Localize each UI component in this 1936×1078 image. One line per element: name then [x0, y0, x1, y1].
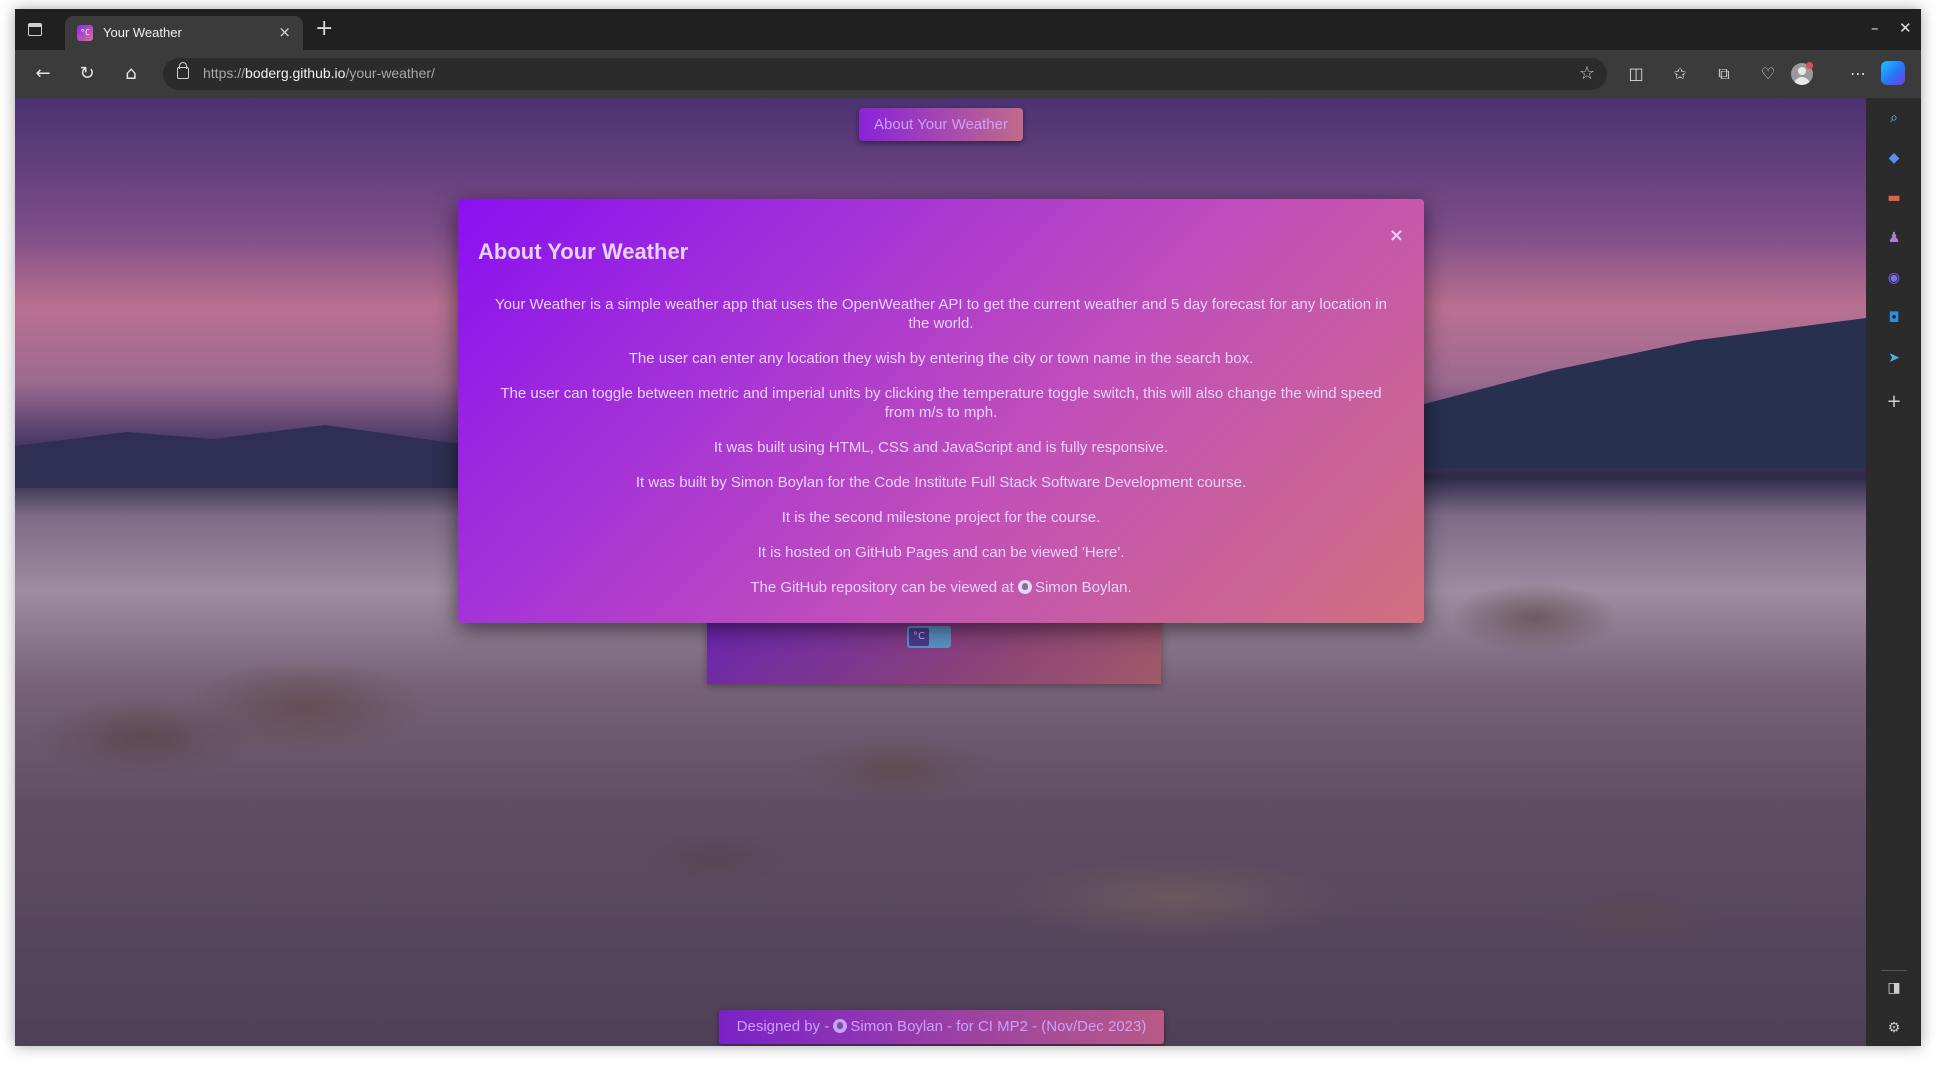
footer-author-link[interactable]: Simon Boylan: [850, 1018, 943, 1035]
microsoft-365-icon[interactable]: ◉: [1884, 268, 1904, 288]
tab-strip: °C Your Weather × + – ✕: [15, 9, 1921, 50]
search-icon[interactable]: ⌕: [1884, 108, 1904, 128]
new-tab-button[interactable]: +: [315, 18, 333, 40]
lock-icon[interactable]: [177, 62, 189, 79]
modal-paragraph: The user can enter any location they wis…: [628, 350, 1254, 367]
about-modal: About Your Weather × Your Weather is a s…: [458, 199, 1424, 623]
shopping-icon[interactable]: ◆: [1884, 148, 1904, 168]
notification-dot: [1806, 62, 1813, 69]
url-text[interactable]: https://boderg.github.io/your-weather/: [203, 65, 435, 81]
tab-your-weather[interactable]: °C Your Weather ×: [65, 16, 303, 50]
sidebar-divider: [1881, 970, 1907, 971]
repo-link[interactable]: Simon Boylan.: [1035, 579, 1132, 596]
home-icon[interactable]: ⌂: [116, 59, 146, 89]
browser-sidebar: ⌕ ◆ ▬ ♟ ◉ ◘ ➤ + ◨ ⚙: [1866, 98, 1921, 1046]
toggle-knob: °C: [909, 628, 929, 646]
github-icon: [1017, 580, 1032, 594]
hosted-paragraph[interactable]: It is hosted on GitHub Pages and can be …: [488, 543, 1394, 562]
collections-icon[interactable]: ⧉: [1711, 61, 1737, 87]
footer: Designed by - Simon Boylan - for CI MP2 …: [719, 1010, 1164, 1044]
weather-favicon-icon: °C: [77, 25, 93, 41]
footer-prefix: Designed by -: [736, 1018, 834, 1035]
outlook-icon[interactable]: ◘: [1884, 308, 1904, 328]
copilot-icon[interactable]: [1881, 61, 1905, 85]
more-icon[interactable]: ⋯: [1845, 61, 1871, 87]
back-icon[interactable]: ←: [28, 59, 58, 89]
close-icon[interactable]: ×: [1389, 225, 1404, 247]
modal-body: Your Weather is a simple weather app tha…: [488, 295, 1394, 613]
browser-toolbar: ← ↻ ⌂ https://boderg.github.io/your-weat…: [15, 50, 1921, 98]
hide-sidebar-icon[interactable]: ◨: [1884, 978, 1904, 998]
modal-paragraph: It is the second milestone project for t…: [781, 509, 1101, 526]
add-icon[interactable]: +: [1884, 392, 1904, 412]
tab-actions-icon[interactable]: [25, 21, 45, 39]
tab-close-icon[interactable]: ×: [278, 24, 291, 40]
split-screen-icon[interactable]: ◫: [1623, 61, 1649, 87]
people-icon[interactable]: ♟: [1884, 228, 1904, 248]
tab-title: Your Weather: [103, 25, 182, 40]
modal-paragraph: The user can toggle between metric and i…: [500, 385, 1382, 421]
footer-suffix: - for CI MP2 - (Nov/Dec 2023): [942, 1018, 1147, 1035]
temperature-unit-toggle[interactable]: °C: [907, 626, 951, 648]
page-viewport: About Your Weather °C Designed by - Simo…: [15, 98, 1866, 1046]
modal-paragraph: It was built using HTML, CSS and JavaScr…: [713, 439, 1169, 456]
drop-icon[interactable]: ➤: [1884, 348, 1904, 368]
modal-title: About Your Weather: [478, 239, 689, 264]
github-icon: [833, 1019, 848, 1033]
repo-paragraph: The GitHub repository can be viewed at S…: [750, 579, 1132, 596]
browser-window: °C Your Weather × + – ✕ ← ↻ ⌂ https://bo…: [15, 9, 1921, 1046]
refresh-icon[interactable]: ↻: [72, 59, 102, 89]
modal-paragraph: Your Weather is a simple weather app tha…: [495, 296, 1387, 332]
close-window-button[interactable]: ✕: [1899, 19, 1912, 37]
settings-icon[interactable]: ⚙: [1884, 1018, 1904, 1038]
tools-icon[interactable]: ▬: [1884, 188, 1904, 208]
address-bar[interactable]: https://boderg.github.io/your-weather/ ☆: [163, 58, 1607, 90]
about-button[interactable]: About Your Weather: [859, 108, 1023, 141]
favorites-icon[interactable]: ✩: [1667, 61, 1693, 87]
browser-essentials-icon[interactable]: ♡: [1755, 61, 1781, 87]
modal-paragraph: It was built by Simon Boylan for the Cod…: [635, 474, 1247, 491]
favorite-star-icon[interactable]: ☆: [1579, 63, 1595, 84]
minimize-button[interactable]: –: [1871, 19, 1879, 37]
